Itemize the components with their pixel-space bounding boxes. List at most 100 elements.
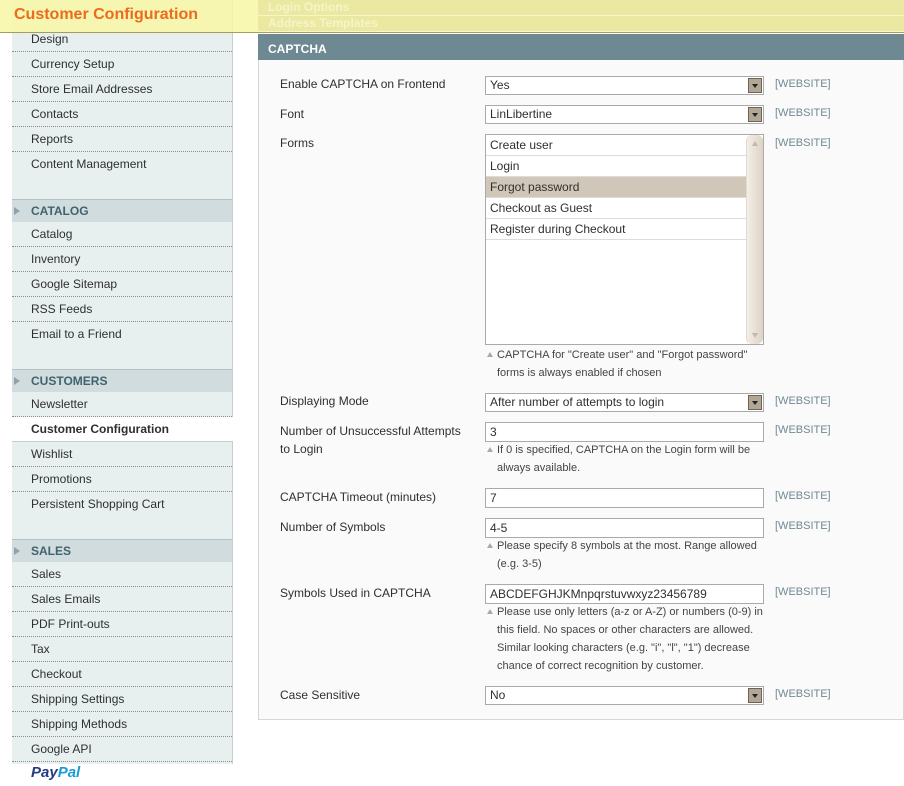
note-triangle-icon <box>487 543 493 548</box>
symbols-used-input[interactable]: ABCDEFGHJKMnpqrstuvwxyz23456789 <box>485 584 764 604</box>
scope-label: [WEBSITE] <box>775 520 831 532</box>
forms-option-forgot-password[interactable]: Forgot password <box>486 177 747 198</box>
group-label: SALES <box>31 544 72 558</box>
sidebar-item-newsletter[interactable]: Newsletter <box>12 392 232 417</box>
label-forms: Forms <box>280 136 314 150</box>
sidebar-item-content-management[interactable]: Content Management <box>12 152 232 177</box>
sidebar-item-tax[interactable]: Tax <box>12 637 232 662</box>
sidebar-item-persistent-shopping-cart[interactable]: Persistent Shopping Cart <box>12 492 232 517</box>
sidebar-item-email-to-a-friend[interactable]: Email to a Friend <box>12 322 232 347</box>
attempts-note: If 0 is specified, CAPTCHA on the Login … <box>485 441 765 477</box>
paypal-logo-pal: Pal <box>57 764 81 781</box>
symbols-count-note: Please specify 8 symbols at the most. Ra… <box>485 537 767 573</box>
scope-label: [WEBSITE] <box>775 424 831 436</box>
sidebar-item-contacts[interactable]: Contacts <box>12 102 232 127</box>
forms-option-checkout-as-guest[interactable]: Checkout as Guest <box>486 198 747 219</box>
sidebar-gap <box>12 347 232 370</box>
note-triangle-icon <box>487 447 493 452</box>
note-text: If 0 is specified, CAPTCHA on the Login … <box>497 444 751 474</box>
scope-label: [WEBSITE] <box>775 395 831 407</box>
dropdown-arrow-icon <box>748 78 762 93</box>
group-label: CUSTOMERS <box>31 374 108 388</box>
sidebar-item-sales-emails[interactable]: Sales Emails <box>12 587 232 612</box>
sidebar-item-currency-setup[interactable]: Currency Setup <box>12 52 232 77</box>
label-displaying-mode: Displaying Mode <box>280 394 369 408</box>
select-value: Yes <box>490 78 510 92</box>
sidebar-item-checkout[interactable]: Checkout <box>12 662 232 687</box>
sidebar-item-google-api[interactable]: Google API <box>12 737 232 762</box>
label-unsuccessful-attempts: Number of Unsuccessful Attempts to Login <box>280 424 461 456</box>
number-of-symbols-input[interactable]: 4-5 <box>485 518 764 538</box>
dropdown-arrow-icon <box>748 688 762 703</box>
label-font: Font <box>280 107 305 121</box>
forms-scrollbar[interactable] <box>746 135 763 344</box>
note-triangle-icon <box>487 352 493 357</box>
section-address-templates[interactable]: Address Templates <box>258 16 904 32</box>
sidebar-item-store-email-addresses[interactable]: Store Email Addresses <box>12 77 232 102</box>
sidebar-item-shipping-settings[interactable]: Shipping Settings <box>12 687 232 712</box>
sidebar-item-reports[interactable]: Reports <box>12 127 232 152</box>
select-value: LinLibertine <box>490 107 553 121</box>
captcha-timeout-input[interactable]: 7 <box>485 488 764 508</box>
captcha-fieldset: Enable CAPTCHA on Frontend Yes [WEBSITE]… <box>258 60 904 720</box>
label-number-of-symbols: Number of Symbols <box>280 520 386 534</box>
sidebar-group-customers[interactable]: CUSTOMERS <box>12 370 232 392</box>
enable-captcha-select[interactable]: Yes <box>485 76 764 95</box>
sidebar-item-shipping-methods[interactable]: Shipping Methods <box>12 712 232 737</box>
sidebar-nav: Design Currency Setup Store Email Addres… <box>12 0 233 781</box>
sidebar-item-pdf-print-outs[interactable]: PDF Print-outs <box>12 612 232 637</box>
unsuccessful-attempts-input[interactable]: 3 <box>485 422 764 442</box>
note-triangle-icon <box>487 609 493 614</box>
scope-label: [WEBSITE] <box>775 107 831 119</box>
symbols-used-note: Please use only letters (a-z or A-Z) or … <box>485 603 779 675</box>
group-label: CATALOG <box>31 204 89 218</box>
sidebar-item-customer-configuration[interactable]: Customer Configuration <box>12 417 233 442</box>
label-symbols-used: Symbols Used in CAPTCHA <box>280 586 431 600</box>
label-captcha-timeout: CAPTCHA Timeout (minutes) <box>280 490 437 504</box>
collapsed-sections: Login Options Address Templates <box>258 0 904 32</box>
sidebar-gap <box>12 177 232 200</box>
sidebar-item-paypal[interactable]: PayPal <box>12 762 232 786</box>
dropdown-arrow-icon <box>748 395 762 410</box>
scope-label: [WEBSITE] <box>775 688 831 700</box>
expand-arrow-icon <box>14 547 20 555</box>
sidebar-item-promotions[interactable]: Promotions <box>12 467 232 492</box>
scroll-up-icon[interactable] <box>752 141 758 146</box>
case-sensitive-select[interactable]: No <box>485 686 764 705</box>
select-value: No <box>490 688 506 702</box>
sidebar-group-catalog[interactable]: CATALOG <box>12 200 232 222</box>
scope-label: [WEBSITE] <box>775 137 831 149</box>
scope-label: [WEBSITE] <box>775 490 831 502</box>
note-text: Please use only letters (a-z or A-Z) or … <box>497 606 763 672</box>
sidebar-item-wishlist[interactable]: Wishlist <box>12 442 232 467</box>
note-text: CAPTCHA for "Create user" and "Forgot pa… <box>497 349 748 379</box>
sidebar-item-inventory[interactable]: Inventory <box>12 247 232 272</box>
dropdown-arrow-icon <box>748 107 762 122</box>
page-title: Customer Configuration <box>14 6 198 23</box>
note-text: Please specify 8 symbols at the most. Ra… <box>497 540 757 570</box>
select-value: After number of attempts to login <box>490 395 665 409</box>
forms-note: CAPTCHA for "Create user" and "Forgot pa… <box>485 346 767 382</box>
sidebar-group-sales[interactable]: SALES <box>12 540 232 562</box>
sidebar-item-rss-feeds[interactable]: RSS Feeds <box>12 297 232 322</box>
scope-label: [WEBSITE] <box>775 586 831 598</box>
expand-arrow-icon <box>14 377 20 385</box>
font-select[interactable]: LinLibertine <box>485 105 764 124</box>
displaying-mode-select[interactable]: After number of attempts to login <box>485 393 764 412</box>
forms-multiselect[interactable]: Create user Login Forgot password Checko… <box>485 134 764 345</box>
section-title: CAPTCHA <box>268 42 327 56</box>
sidebar-gap <box>12 517 232 540</box>
scope-label: [WEBSITE] <box>775 78 831 90</box>
sidebar-item-sales[interactable]: Sales <box>12 562 232 587</box>
captcha-section-header[interactable]: CAPTCHA <box>258 32 904 60</box>
section-login-options[interactable]: Login Options <box>258 0 904 16</box>
paypal-logo-pay: Pay <box>31 764 58 781</box>
sidebar-item-google-sitemap[interactable]: Google Sitemap <box>12 272 232 297</box>
sticky-header: Login Options Address Templates Customer… <box>0 0 904 33</box>
forms-option-login[interactable]: Login <box>486 156 747 177</box>
scroll-down-icon[interactable] <box>752 333 758 338</box>
expand-arrow-icon <box>14 207 20 215</box>
forms-option-create-user[interactable]: Create user <box>486 135 747 156</box>
sidebar-item-catalog[interactable]: Catalog <box>12 222 232 247</box>
forms-option-register-during-checkout[interactable]: Register during Checkout <box>486 219 747 240</box>
